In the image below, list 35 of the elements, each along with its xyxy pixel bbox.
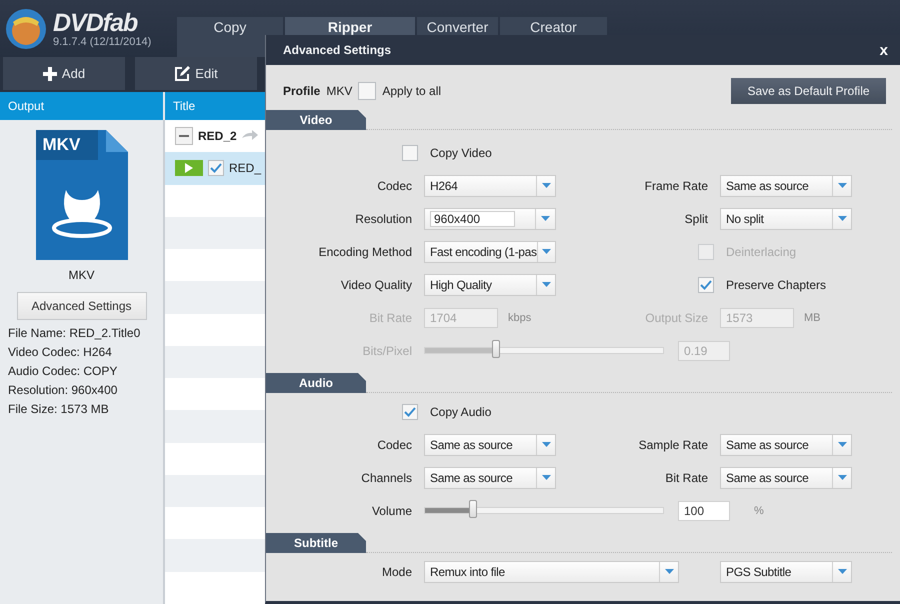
field-label: Codec [377,438,412,452]
unit-label: % [754,504,764,516]
field-label: Bits/Pixel [362,344,412,358]
unit-label: MB [804,312,820,324]
info-text: File Size: 1573 MB [8,402,110,416]
info-text: Video Codec: H264 [8,345,113,359]
field-label: Frame Rate [644,178,708,192]
info-text: Resolution: 960x400 [8,383,118,397]
column-header: Output [0,92,163,120]
field-label: Video Quality [340,278,412,292]
title-label: RED_ [229,161,262,176]
version-label: 9.1.7.4 (12/11/2014) [53,36,152,48]
checkbox-label: Preserve Chapters [725,278,826,292]
checkbox-label: Copy Audio [429,404,492,418]
field-label: Split [684,212,708,226]
info-text: Audio Codec: COPY [8,364,118,378]
checkbox-label: Copy Video [429,146,492,160]
icon-label: MKV [42,135,80,155]
dialog-title: Advanced Settings [283,43,392,57]
title-label: RED_2 [198,129,237,144]
checkbox-label: Deinterlacing [725,244,796,258]
field-label: Sample Rate [638,438,708,452]
info-text: File Name: RED_2.Title0 [8,326,142,340]
field-label: Encoding Method [318,244,412,258]
field-label: Codec [377,178,412,192]
field-label: Bit Rate [369,310,412,324]
field-label: Output Size [645,310,708,324]
field-label: Bit Rate [665,470,708,484]
field-label: Resolution [355,212,412,226]
format-label: MKV [68,268,94,282]
app-name: DVDfab [53,10,138,36]
field-label: Volume [372,504,412,518]
field-label: Channels [361,470,412,484]
unit-label: kbps [508,312,532,324]
field-label: Mode [382,564,412,578]
